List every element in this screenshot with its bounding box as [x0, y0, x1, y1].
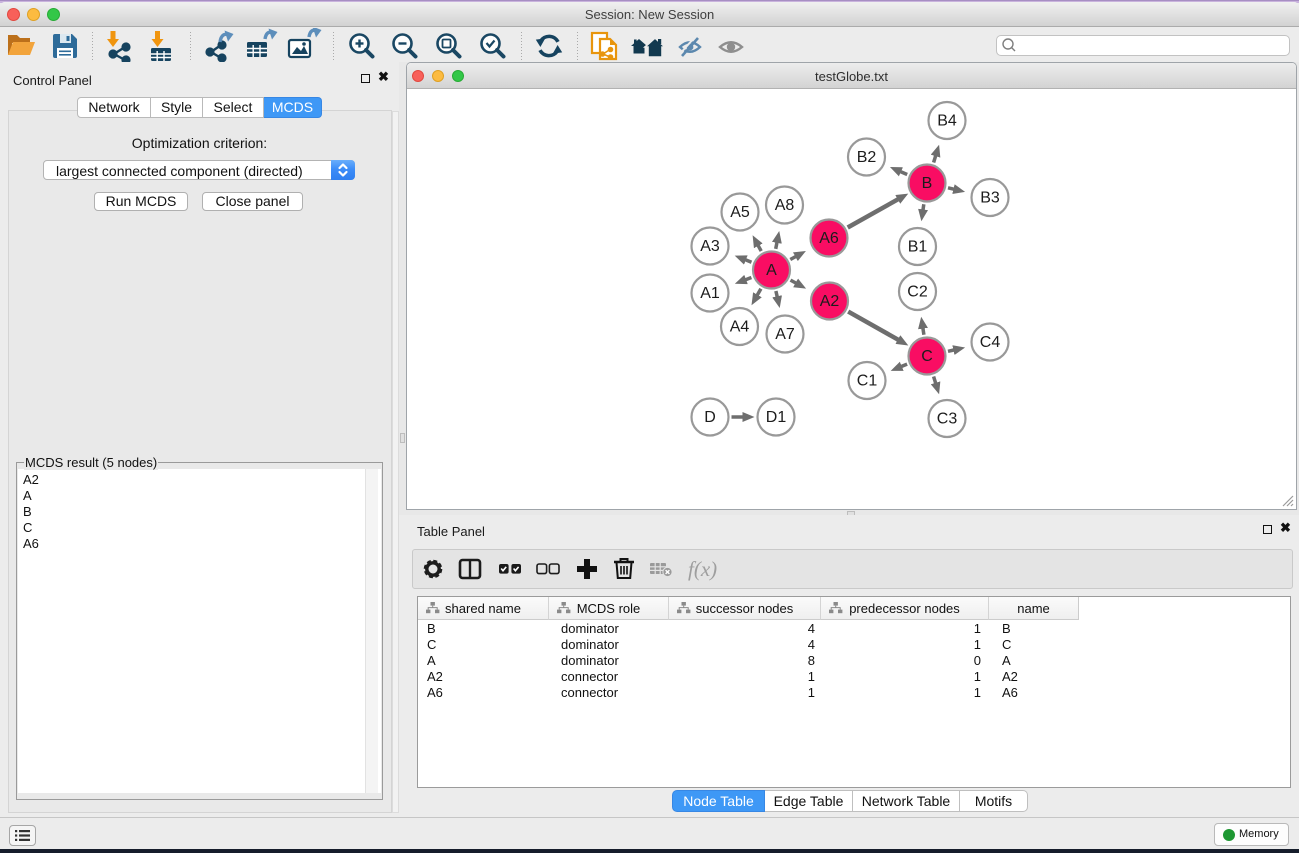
svg-text:C3: C3: [937, 411, 958, 428]
svg-text:C1: C1: [857, 373, 878, 390]
svg-text:A4: A4: [730, 319, 750, 336]
svg-text:A6: A6: [819, 230, 839, 247]
svg-text:A8: A8: [775, 197, 795, 214]
svg-text:D: D: [704, 409, 716, 426]
svg-text:B3: B3: [980, 190, 1000, 207]
svg-text:C4: C4: [980, 334, 1001, 351]
svg-text:A: A: [766, 262, 777, 279]
svg-text:B: B: [922, 175, 933, 192]
svg-text:A3: A3: [700, 238, 720, 255]
svg-text:A7: A7: [775, 326, 795, 343]
svg-text:B1: B1: [908, 239, 928, 256]
svg-text:A5: A5: [730, 204, 750, 221]
svg-text:B2: B2: [857, 149, 877, 166]
svg-text:D1: D1: [766, 409, 787, 426]
svg-text:C: C: [921, 348, 933, 365]
svg-text:A2: A2: [820, 293, 840, 310]
svg-text:A1: A1: [700, 285, 720, 302]
svg-text:f(x): f(x): [688, 557, 717, 581]
svg-text:B4: B4: [937, 113, 957, 130]
svg-text:C2: C2: [907, 284, 928, 301]
